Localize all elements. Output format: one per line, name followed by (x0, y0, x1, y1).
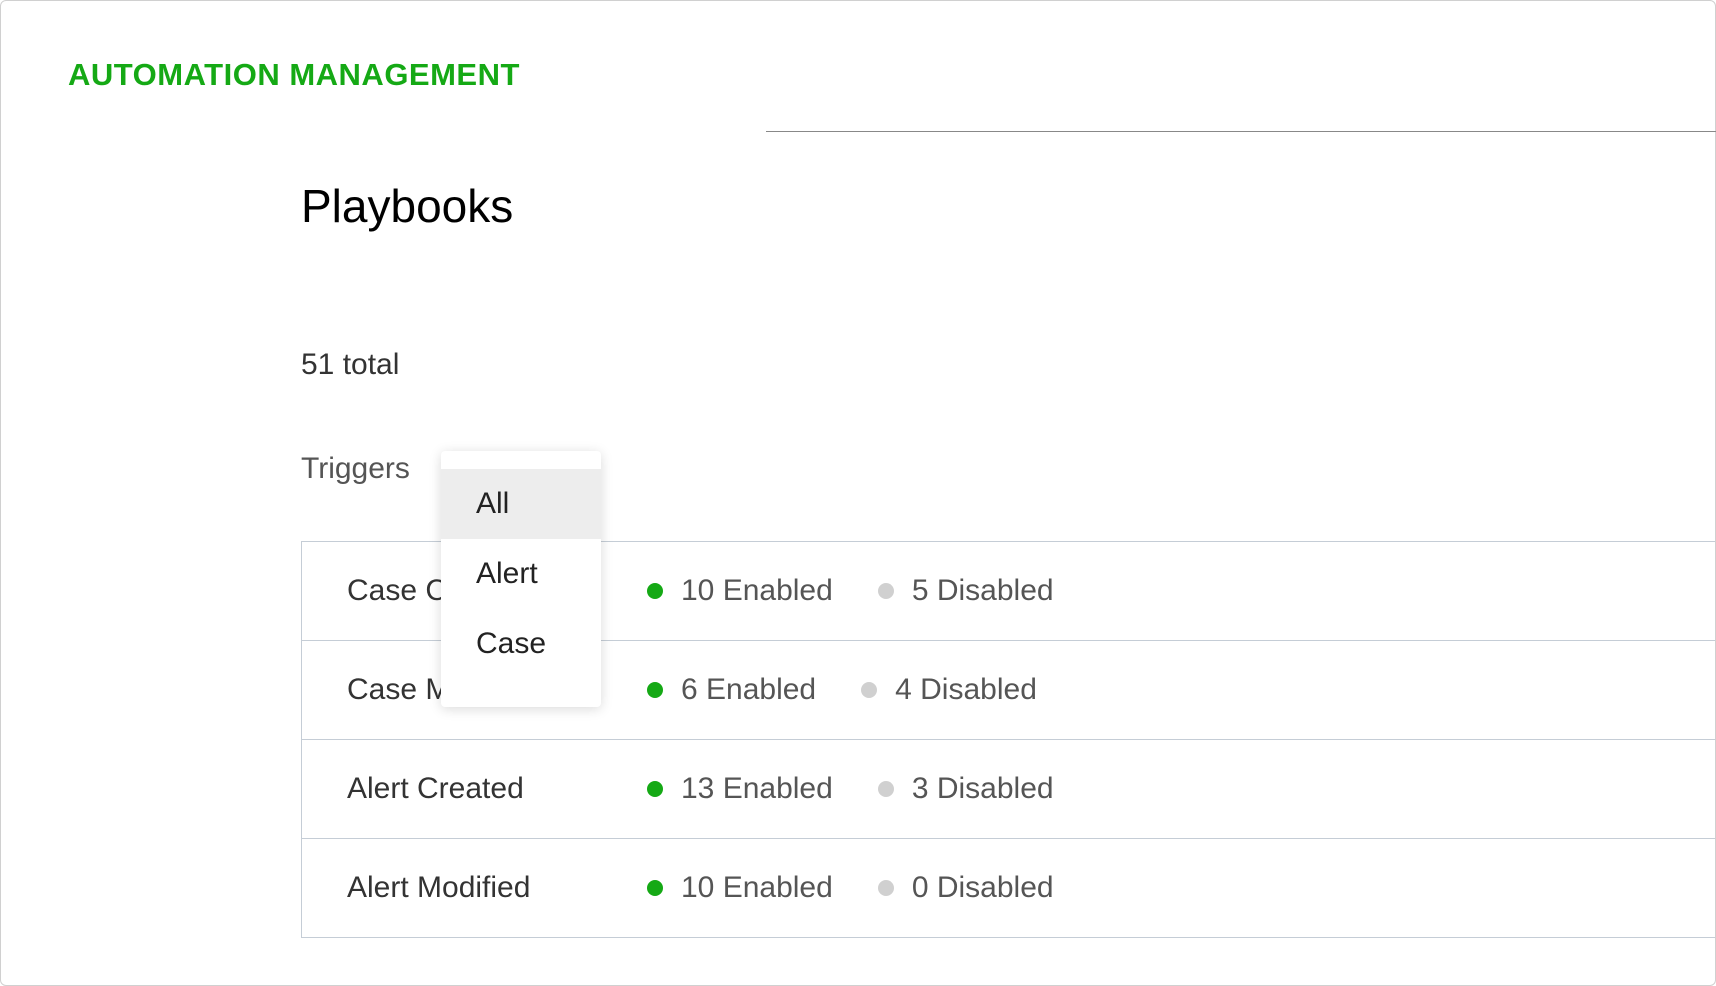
disabled-status: 5 Disabled (878, 574, 1054, 608)
disabled-text: 5 Disabled (912, 574, 1054, 608)
enabled-status: 10 Enabled (647, 574, 833, 608)
disabled-status: 4 Disabled (861, 673, 1037, 707)
disabled-dot-icon (878, 583, 894, 599)
enabled-text: 10 Enabled (681, 574, 833, 608)
enabled-dot-icon (647, 583, 663, 599)
enabled-dot-icon (647, 682, 663, 698)
enabled-dot-icon (647, 880, 663, 896)
disabled-text: 4 Disabled (895, 673, 1037, 707)
enabled-status: 13 Enabled (647, 772, 833, 806)
row-name: Alert Modified (347, 871, 647, 905)
disabled-status: 3 Disabled (878, 772, 1054, 806)
enabled-text: 13 Enabled (681, 772, 833, 806)
dropdown-item-alert[interactable]: Alert (441, 539, 601, 609)
enabled-dot-icon (647, 781, 663, 797)
enabled-status: 6 Enabled (647, 673, 816, 707)
disabled-text: 0 Disabled (912, 871, 1054, 905)
enabled-text: 10 Enabled (681, 871, 833, 905)
triggers-label: Triggers (301, 452, 410, 486)
page-title: Playbooks (301, 179, 1715, 233)
triggers-dropdown[interactable]: All Alert Case (441, 451, 601, 707)
disabled-dot-icon (878, 880, 894, 896)
dropdown-item-case[interactable]: Case (441, 609, 601, 679)
dropdown-item-all[interactable]: All (441, 469, 601, 539)
disabled-text: 3 Disabled (912, 772, 1054, 806)
header-title: AUTOMATION MANAGEMENT (1, 1, 1715, 93)
disabled-status: 0 Disabled (878, 871, 1054, 905)
enabled-status: 10 Enabled (647, 871, 833, 905)
table-row[interactable]: Alert Created 13 Enabled 3 Disabled (301, 740, 1715, 839)
disabled-dot-icon (878, 781, 894, 797)
table-row[interactable]: Alert Modified 10 Enabled 0 Disabled (301, 839, 1715, 938)
total-count: 51 total (301, 348, 1715, 382)
enabled-text: 6 Enabled (681, 673, 816, 707)
main-content: Playbooks 51 total Triggers All Alert Ca… (1, 93, 1715, 938)
disabled-dot-icon (861, 682, 877, 698)
row-name: Alert Created (347, 772, 647, 806)
